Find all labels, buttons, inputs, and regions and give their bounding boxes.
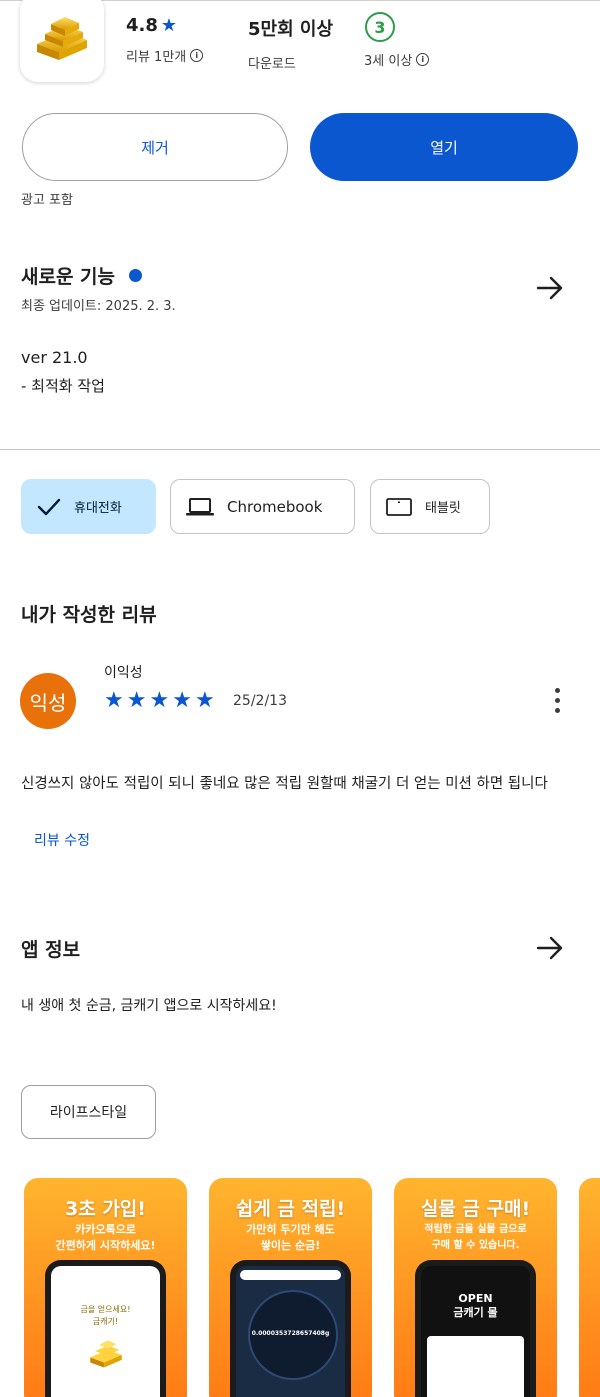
screenshot-subtitle: 적립한 금을 실물 금으로 구매 할 수 있습니다.: [424, 1224, 527, 1251]
kebab-dot: [555, 688, 560, 693]
tablet-icon: [386, 497, 412, 516]
rating-label: 리뷰 1만개: [126, 50, 187, 65]
screenshot-title: 실물 금 구매!: [420, 1198, 531, 1220]
kebab-dot: [555, 708, 560, 713]
phone-mockup: 0.0000353728657408g: [230, 1260, 351, 1397]
age-rating-badge: 3: [365, 12, 395, 42]
review-date: 25/2/13: [233, 693, 287, 709]
review-text: 신경쓰지 않아도 적립이 되니 좋네요 많은 적립 원할때 채굴기 더 얻는 미…: [21, 776, 548, 792]
star-icon: ★: [104, 688, 124, 713]
category-tag[interactable]: 라이프스타일: [21, 1085, 156, 1139]
screenshot-card[interactable]: [579, 1178, 600, 1397]
app-details-page: 4.8 ★ 리뷰 1만개 i 5만회 이상 다운로드 3 3세 이상 i 제거 …: [0, 0, 600, 1397]
edit-review-link[interactable]: 리뷰 수정: [34, 830, 90, 850]
downloads-value: 5만회 이상: [248, 19, 334, 40]
info-icon: i: [190, 49, 204, 62]
info-icon: i: [416, 53, 430, 66]
star-icon: ★: [194, 688, 215, 713]
section-divider: [0, 449, 600, 450]
check-icon: [37, 498, 61, 515]
screenshot-card[interactable]: 3초 가입! 카카오톡으로 간편하게 시작하세요! 금을 얻으세요! 금캐기!: [24, 1178, 187, 1397]
app-description: 내 생애 첫 순금, 금캐기 앱으로 시작하세요!: [21, 998, 277, 1014]
screenshot-card[interactable]: 실물 금 구매! 적립한 금을 실물 금으로 구매 할 수 있습니다. OPEN…: [394, 1178, 557, 1397]
phone-mockup: OPEN 금캐기 몰: [415, 1260, 536, 1397]
laptop-icon: [186, 497, 214, 515]
star-icon: ★: [160, 15, 178, 36]
gold-bars-icon: [37, 17, 87, 60]
age-label: 3세 이상: [364, 54, 413, 69]
review-stars: ★ ★ ★ ★ ★: [104, 690, 215, 712]
screen-top-bar: [240, 1270, 341, 1280]
device-chip-tablet[interactable]: 태블릿: [370, 479, 490, 534]
whats-new-title: 새로운 기능: [21, 266, 116, 288]
arrow-right-icon[interactable]: [535, 933, 565, 963]
star-icon: ★: [126, 688, 147, 713]
downloads-label: 다운로드: [248, 57, 296, 72]
rating-stat[interactable]: 4.8 ★ 리뷰 1만개 i: [126, 15, 204, 65]
uninstall-button[interactable]: 제거: [22, 113, 288, 181]
screen-caption: 0.0000353728657408g: [251, 1330, 330, 1337]
downloads-stat: 5만회 이상 다운로드: [248, 15, 333, 72]
device-chip-label: 태블릿: [425, 501, 461, 516]
device-chip-phone[interactable]: 휴대전화: [21, 479, 156, 534]
arrow-right-icon[interactable]: [535, 273, 565, 303]
screenshot-title: 쉽게 금 적립!: [235, 1198, 346, 1220]
open-button[interactable]: 열기: [310, 113, 578, 181]
screenshot-card[interactable]: 쉽게 금 적립! 가만히 두기만 해도 쌓이는 순금! 0.0000353728…: [209, 1178, 372, 1397]
screenshot-subtitle: 가만히 두기만 해도 쌓이는 순금!: [246, 1223, 335, 1252]
device-chip-label: 휴대전화: [74, 501, 122, 516]
app-icon: [20, 0, 104, 82]
new-dot-indicator: [129, 269, 143, 282]
my-review-title: 내가 작성한 리뷰: [21, 604, 157, 626]
ads-notice: 광고 포함: [21, 193, 73, 208]
version-text: ver 21.0: [21, 348, 88, 367]
phone-screen: 0.0000353728657408g: [236, 1266, 345, 1397]
star-icon: ★: [149, 688, 170, 713]
whats-new-header[interactable]: 새로운 기능: [21, 262, 143, 289]
last-updated: 최종 업데이트: 2025. 2. 3.: [21, 299, 176, 314]
screenshot-subtitle: 카카오톡으로 간편하게 시작하세요!: [55, 1223, 156, 1252]
release-notes: - 최적화 작업: [21, 377, 105, 395]
rating-value: 4.8: [126, 15, 158, 36]
age-stat[interactable]: 3 3세 이상 i: [364, 12, 430, 69]
phone-screen: 금을 얻으세요! 금캐기!: [51, 1266, 160, 1397]
app-info-title[interactable]: 앱 정보: [21, 935, 80, 962]
device-chip-label: Chromebook: [227, 497, 323, 516]
avatar: 익성: [20, 673, 76, 729]
gold-bars-icon: [90, 1340, 122, 1368]
screenshot-title: 3초 가입!: [65, 1198, 146, 1220]
screen-card: [427, 1336, 524, 1397]
phone-screen: OPEN 금캐기 몰: [421, 1266, 530, 1397]
more-options-icon[interactable]: [555, 688, 561, 713]
kebab-dot: [555, 698, 560, 703]
screen-caption: OPEN 금캐기 몰: [453, 1292, 498, 1319]
review-author: 이익성: [104, 665, 143, 681]
star-icon: ★: [172, 688, 192, 713]
device-chip-chromebook[interactable]: Chromebook: [170, 479, 355, 534]
phone-mockup: 금을 얻으세요! 금캐기!: [45, 1260, 166, 1397]
screen-caption: 금을 얻으세요! 금캐기!: [80, 1305, 131, 1326]
